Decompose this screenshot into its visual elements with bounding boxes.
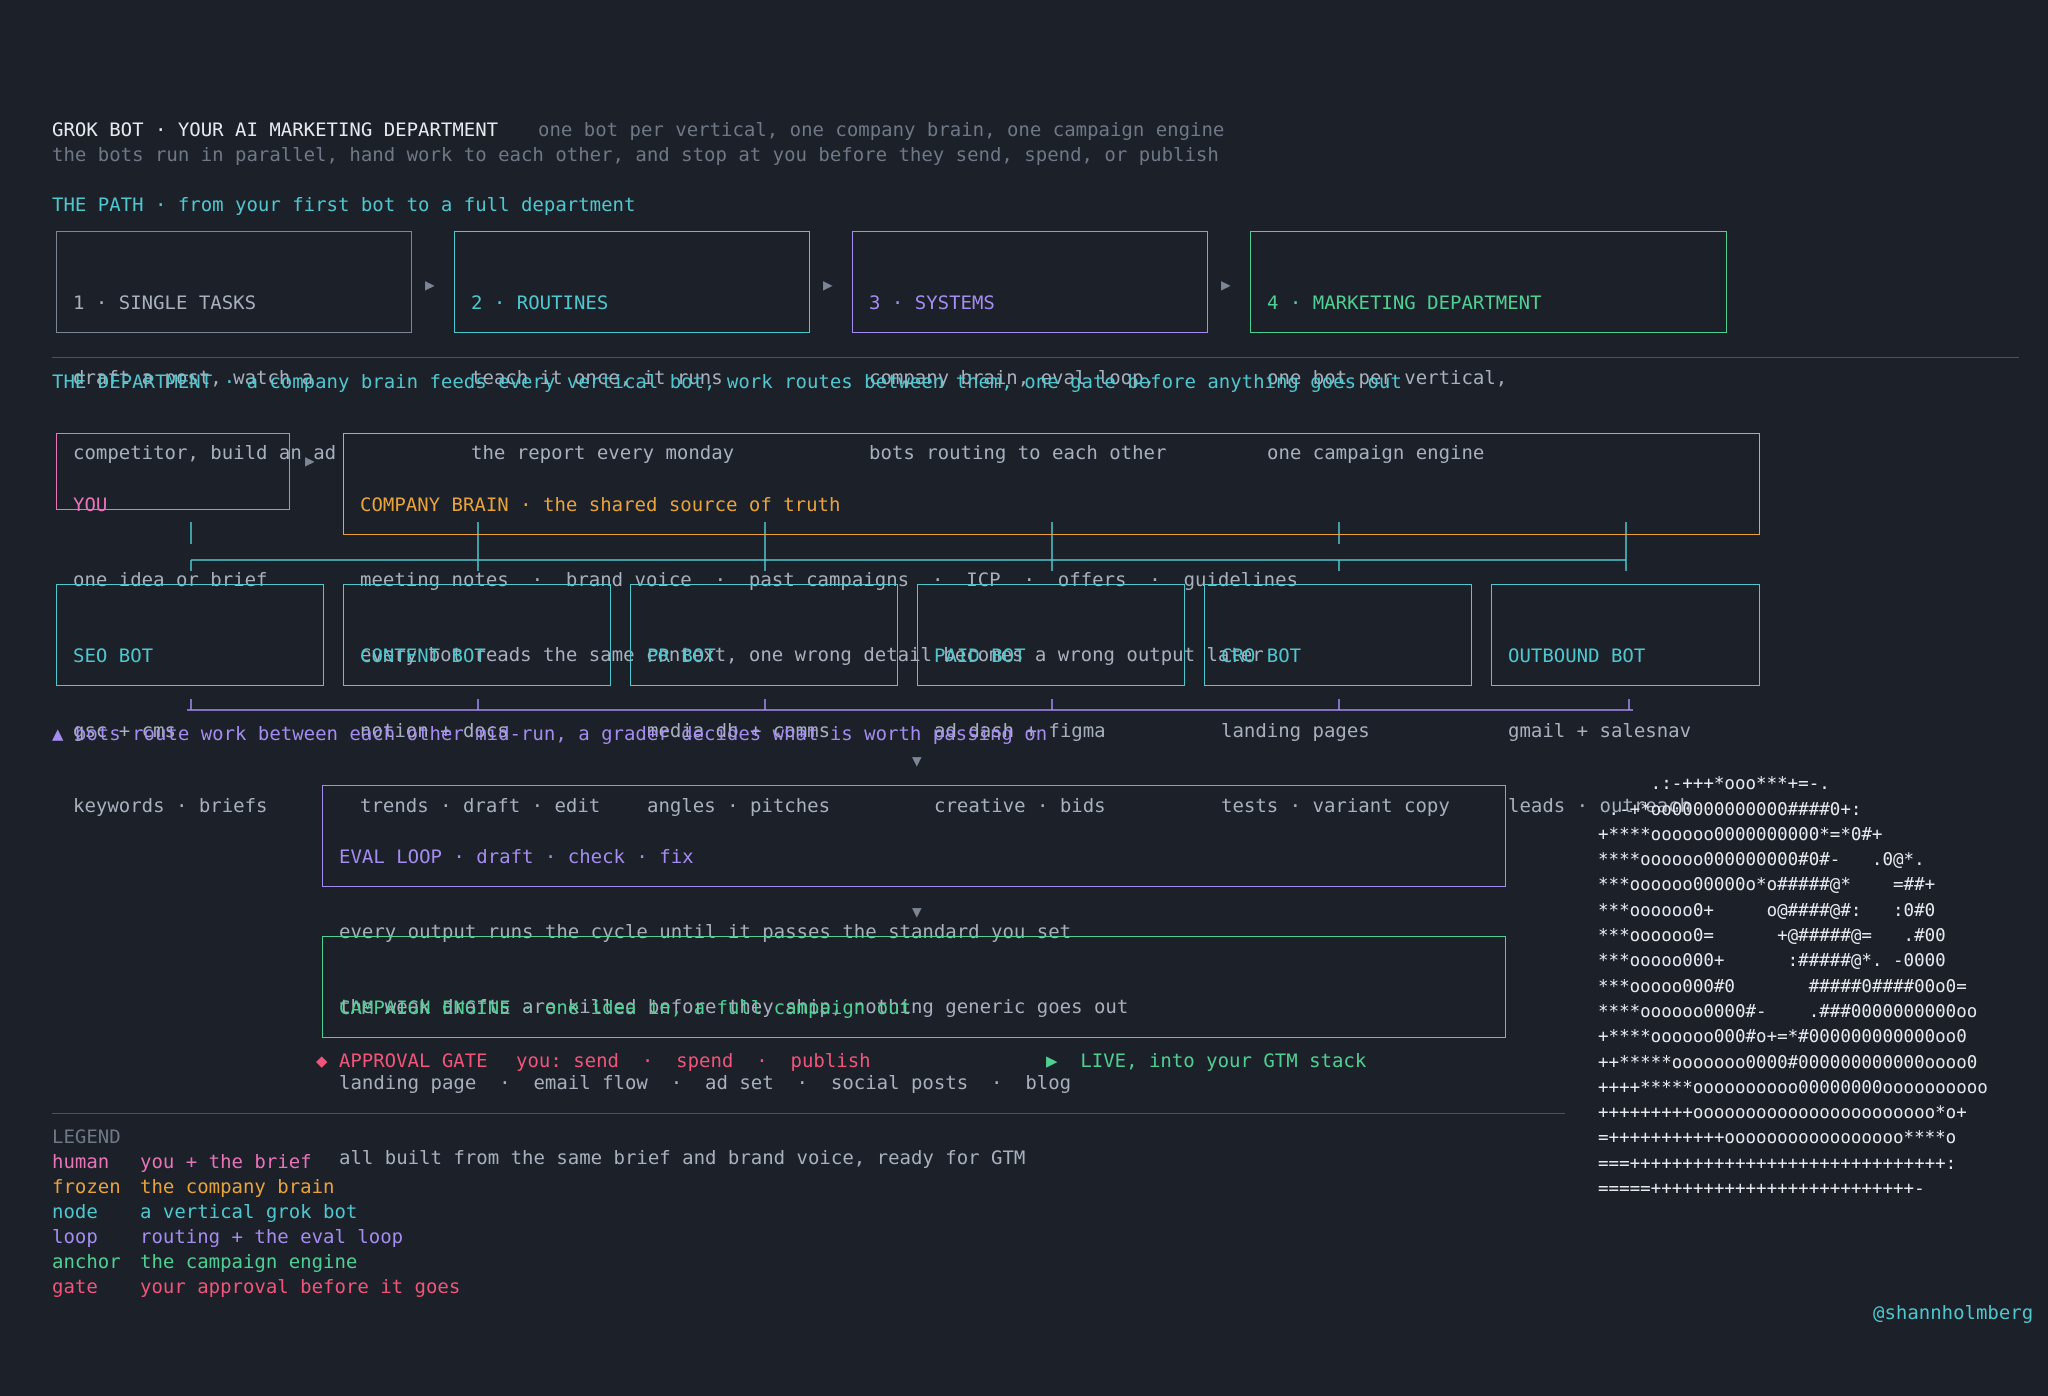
legend-key: frozen	[52, 1176, 121, 1198]
legend-key: node	[52, 1201, 98, 1223]
ascii-line: =+++++++++++ooooooooooooooooo****o	[1598, 1128, 1957, 1149]
legend-heading: LEGEND	[52, 1126, 121, 1148]
ascii-line: =====+++++++++++++++++++++++++-	[1598, 1179, 1925, 1200]
legend-desc: you + the brief	[140, 1151, 312, 1173]
ascii-line: ===++++++++++++++++++++++++++++++:	[1598, 1153, 1957, 1174]
ascii-line: ++*****ooooooo0000#000000000000oooo0	[1598, 1052, 1978, 1073]
ascii-line: .:-+++*ooo***+=-.	[1598, 774, 1830, 795]
eval-loop: EVAL LOOP · draft · check · fix every ou…	[322, 785, 1506, 1018]
bot-pr: PR BOT media db + comms angles · pitches	[630, 584, 898, 817]
bot-outbound: OUTBOUND BOT gmail + salesnav leads · ou…	[1491, 584, 1760, 817]
ascii-line: ***oooooo0= +@#####@= .#00	[1598, 926, 1946, 947]
legend-key: human	[52, 1151, 110, 1173]
company-brain: COMPANY BRAIN · the shared source of tru…	[343, 433, 1760, 666]
arrow-down-icon: ▼	[912, 902, 922, 921]
approval-gate-label: ◆ APPROVAL GATE	[316, 1050, 488, 1072]
routing-note: ▲ bots route work between each other mid…	[52, 723, 1048, 745]
bot-line: keywords · briefs	[73, 795, 268, 817]
engine-line: landing page · email flow · ad set · soc…	[339, 1072, 1072, 1094]
author-credit[interactable]: @shannholmberg	[1873, 1301, 2033, 1326]
divider	[52, 1113, 1565, 1114]
you-node: YOU one idea or brief	[56, 433, 290, 591]
ascii-line: ++++*****oooooooooo00000000oooooooooo	[1598, 1077, 1988, 1098]
bot-content: CONTENT BOT notion + docs trends · draft…	[343, 584, 611, 817]
bot-title: PAID BOT	[934, 645, 1026, 667]
ascii-line: ***ooooo000#0 #####0####00o0=	[1598, 976, 1967, 997]
bot-title: CONTENT BOT	[360, 645, 486, 667]
ascii-line: ****oooooo000000000#0#- .0@*.	[1598, 850, 1925, 871]
arrow-right-icon: ▶	[305, 451, 315, 470]
ascii-line: ****oooooo0000#- .###0000000000oo	[1598, 1001, 1978, 1022]
bot-line: landing pages	[1221, 720, 1370, 742]
ascii-art-logo: .:-+++*ooo***+=-. .-+*oo00000000000####0…	[1598, 747, 1988, 1228]
bot-paid: PAID BOT ad dash + figma creative · bids	[917, 584, 1185, 817]
you-title: YOU	[73, 494, 108, 516]
live-label: ▶ LIVE, into your GTM stack	[1046, 1050, 1367, 1072]
bot-title: SEO BOT	[73, 645, 154, 667]
ascii-line: ***oooooo0+ o@####@#: :0#0	[1598, 900, 1936, 921]
bot-cro: CRO BOT landing pages tests · variant co…	[1204, 584, 1472, 817]
engine-line: all built from the same brief and brand …	[339, 1147, 1026, 1169]
ascii-line: +****oooooo000#o+=*#000000000000oo0	[1598, 1027, 1967, 1048]
legend-key: gate	[52, 1276, 98, 1298]
bot-title: OUTBOUND BOT	[1508, 645, 1646, 667]
bot-title: PR BOT	[647, 645, 716, 667]
legend-desc: the company brain	[140, 1176, 335, 1198]
ascii-line: .-+*oo00000000000####0+:	[1598, 799, 1862, 820]
campaign-engine: CAMPAIGN ENGINE · one idea in, a full ca…	[322, 936, 1506, 1169]
legend-desc: the campaign engine	[140, 1251, 358, 1273]
bot-seo: SEO BOT gsc + cms keywords · briefs	[56, 584, 324, 817]
ascii-line: +****oooooo0000000000*=*0#+	[1598, 824, 1883, 845]
approval-gate-actions: you: send · spend · publish	[516, 1050, 871, 1072]
brain-title: COMPANY BRAIN · the shared source of tru…	[360, 494, 841, 516]
ascii-line: ***oooooo00000o*o#####@* =##+	[1598, 875, 1936, 896]
ascii-line: +++++++++ooooooooooooooooooooooo*o+	[1598, 1103, 1967, 1124]
legend-desc: a vertical grok bot	[140, 1201, 358, 1223]
bot-title: CRO BOT	[1221, 645, 1302, 667]
bot-line: gmail + salesnav	[1508, 720, 1692, 742]
legend-key: anchor	[52, 1251, 121, 1273]
eval-title: EVAL LOOP · draft · check · fix	[339, 846, 694, 868]
arrow-down-icon: ▼	[912, 751, 922, 770]
engine-title: CAMPAIGN ENGINE · one idea in, a full ca…	[339, 997, 911, 1019]
legend-desc: routing + the eval loop	[140, 1226, 404, 1248]
legend-desc: your approval before it goes	[140, 1276, 461, 1298]
ascii-line: ***ooooo000+ :#####@*. -0000	[1598, 951, 1946, 972]
legend-key: loop	[52, 1226, 98, 1248]
